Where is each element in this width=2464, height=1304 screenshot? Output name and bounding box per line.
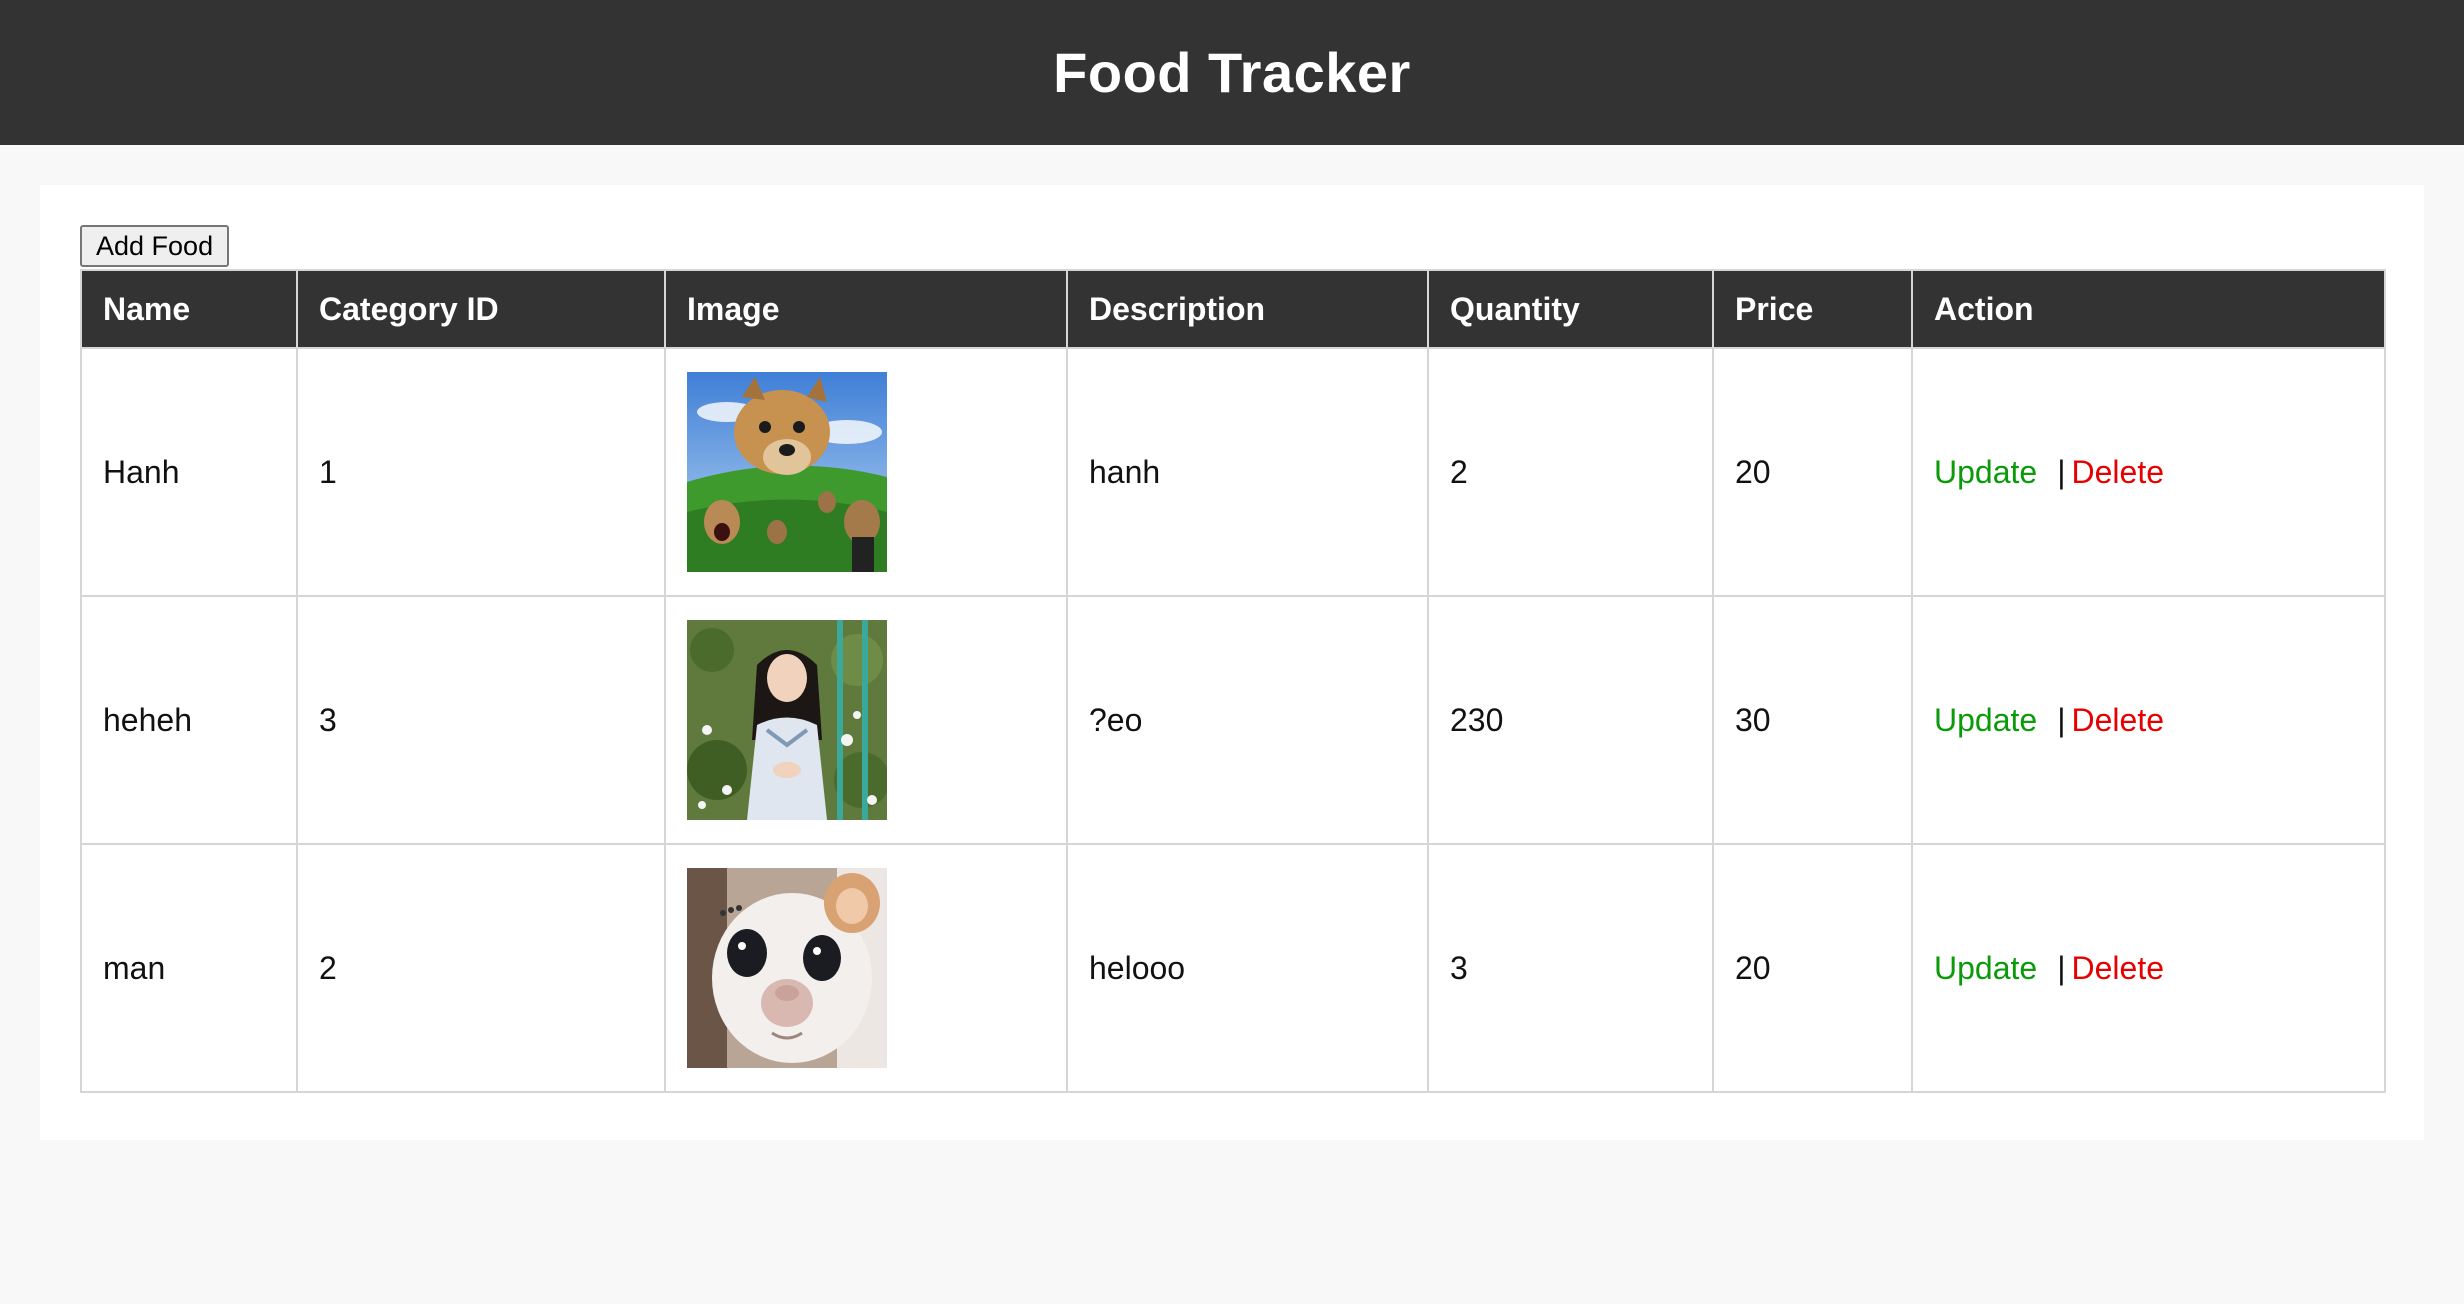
- cell-quantity: 3: [1427, 843, 1714, 1093]
- column-header-quantity: Quantity: [1427, 269, 1714, 349]
- update-link[interactable]: Update: [1934, 950, 2037, 986]
- cell-quantity: 230: [1427, 595, 1714, 845]
- cell-action: Update | Delete: [1911, 595, 2386, 845]
- content-panel: Add Food Name Category ID Image Descript…: [40, 185, 2424, 1140]
- dog-meme-image: [687, 372, 887, 572]
- cell-action: Update | Delete: [1911, 843, 2386, 1093]
- action-separator: |: [2057, 701, 2066, 738]
- action-separator: |: [2057, 453, 2066, 490]
- action-separator: |: [2057, 949, 2066, 986]
- cell-price: 20: [1712, 347, 1913, 597]
- column-header-action: Action: [1911, 269, 2386, 349]
- cell-image: [664, 347, 1068, 597]
- cell-image: [664, 595, 1068, 845]
- delete-link[interactable]: Delete: [2072, 702, 2165, 738]
- update-link[interactable]: Update: [1934, 454, 2037, 490]
- food-table: Name Category ID Image Description Quant…: [80, 269, 2386, 1093]
- cell-action: Update | Delete: [1911, 347, 2386, 597]
- column-header-image: Image: [664, 269, 1068, 349]
- rat-meme-image: [687, 868, 887, 1068]
- cell-price: 20: [1712, 843, 1913, 1093]
- table-header-row: Name Category ID Image Description Quant…: [80, 269, 2386, 349]
- cell-description: helooo: [1066, 843, 1429, 1093]
- cell-quantity: 2: [1427, 347, 1714, 597]
- update-link[interactable]: Update: [1934, 702, 2037, 738]
- column-header-price: Price: [1712, 269, 1913, 349]
- add-food-button[interactable]: Add Food: [80, 225, 230, 267]
- table-row: heheh 3 ?eo 230 30 Update | Delete: [80, 595, 2386, 845]
- cell-description: hanh: [1066, 347, 1429, 597]
- cell-category-id: 1: [296, 347, 666, 597]
- cell-price: 30: [1712, 595, 1913, 845]
- cell-description: ?eo: [1066, 595, 1429, 845]
- page-title: Food Tracker: [1053, 41, 1411, 104]
- column-header-description: Description: [1066, 269, 1429, 349]
- table-row: Hanh 1 hanh 2 20 Update | Delete: [80, 347, 2386, 597]
- cell-name: man: [80, 843, 298, 1093]
- delete-link[interactable]: Delete: [2072, 454, 2165, 490]
- app-header: Food Tracker: [0, 0, 2464, 145]
- cell-image: [664, 843, 1068, 1093]
- cell-name: heheh: [80, 595, 298, 845]
- cell-name: Hanh: [80, 347, 298, 597]
- girl-portrait-image: [687, 620, 887, 820]
- table-row: man 2 helooo 3 20 Update | Delete: [80, 843, 2386, 1093]
- column-header-category-id: Category ID: [296, 269, 666, 349]
- cell-category-id: 3: [296, 595, 666, 845]
- cell-category-id: 2: [296, 843, 666, 1093]
- column-header-name: Name: [80, 269, 298, 349]
- delete-link[interactable]: Delete: [2072, 950, 2165, 986]
